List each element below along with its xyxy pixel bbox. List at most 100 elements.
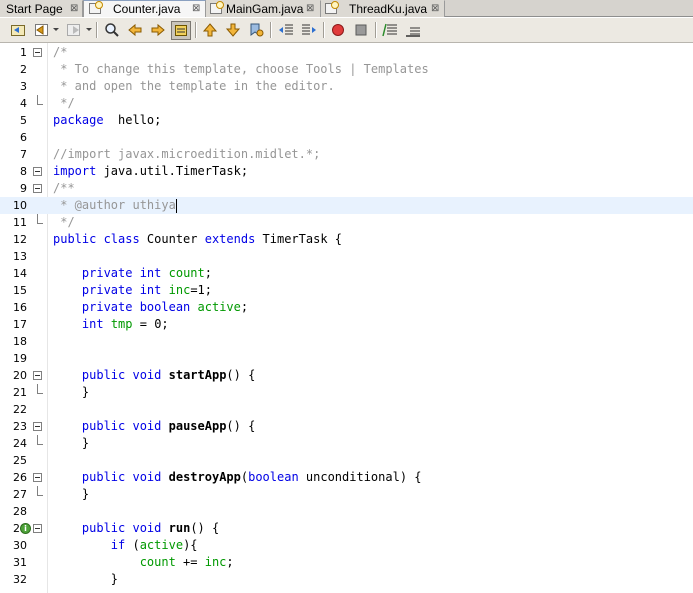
code-line[interactable]: 20 public void startApp() {: [0, 367, 693, 384]
line-number: 7: [20, 148, 27, 161]
toggle-bookmark-icon[interactable]: [248, 22, 264, 38]
line-number: 13: [13, 250, 27, 263]
code-line[interactable]: 1 /*: [0, 44, 693, 61]
code-token: if: [110, 538, 126, 552]
code-token: ;: [204, 266, 212, 280]
tab-threadku-java[interactable]: ThreadKu.java ⊠: [321, 0, 445, 17]
override-annotation-icon[interactable]: i: [20, 523, 31, 534]
code-line[interactable]: 26 public void destroyApp(boolean uncond…: [0, 469, 693, 486]
code-line[interactable]: 5 package hello;: [0, 112, 693, 129]
fold-collapse-icon[interactable]: [33, 473, 42, 482]
code-token: int: [81, 317, 104, 331]
code-line[interactable]: 10 * @author uthiya: [0, 197, 693, 214]
code-line[interactable]: 9 /**: [0, 180, 693, 197]
code-line[interactable]: 24 }: [0, 435, 693, 452]
fold-collapse-icon[interactable]: [33, 167, 42, 176]
fold-collapse-icon[interactable]: [33, 524, 42, 533]
code-token: */: [53, 96, 75, 110]
code-line[interactable]: 3 * and open the template in the editor.: [0, 78, 693, 95]
back-dropdown-icon[interactable]: [53, 28, 59, 31]
shift-right-icon[interactable]: [301, 22, 317, 38]
fold-end-marker: [37, 486, 43, 496]
code-line[interactable]: 21 }: [0, 384, 693, 401]
code-text: public void run() {: [53, 520, 219, 537]
back-icon[interactable]: [34, 22, 50, 38]
line-number: 18: [13, 335, 27, 348]
code-token: import: [53, 164, 97, 178]
next-bookmark-icon[interactable]: [225, 22, 241, 38]
code-token: Counter: [139, 232, 205, 246]
forward-icon[interactable]: [66, 22, 82, 38]
tab-maingam-java[interactable]: MainGam.java ⊠: [206, 0, 321, 17]
line-number: 19: [13, 352, 27, 365]
code-line[interactable]: 22: [0, 401, 693, 418]
code-line[interactable]: 32 }: [0, 571, 693, 588]
start-macro-icon[interactable]: [330, 22, 346, 38]
code-line[interactable]: 25: [0, 452, 693, 469]
stop-macro-icon[interactable]: [353, 22, 369, 38]
tab-counter-java[interactable]: Counter.java ⊠: [83, 0, 206, 17]
code-token: public void: [81, 470, 162, 484]
code-line[interactable]: 15 private int inc=1;: [0, 282, 693, 299]
code-editor[interactable]: 1 /* 2 * To change this template, choose T…: [0, 43, 693, 593]
close-tab-icon[interactable]: ⊠: [306, 1, 314, 17]
code-line[interactable]: 2 * To change this template, choose Tool…: [0, 61, 693, 78]
toolbar-separator: [270, 22, 272, 38]
code-token: private int: [81, 283, 162, 297]
code-line[interactable]: 19: [0, 350, 693, 367]
code-text: import java.util.TimerTask;: [53, 163, 248, 180]
fold-collapse-icon[interactable]: [33, 184, 42, 193]
tab-start-page[interactable]: Start Page ⊠: [0, 0, 83, 17]
code-line[interactable]: 6: [0, 129, 693, 146]
find-icon[interactable]: [104, 22, 120, 38]
find-next-icon[interactable]: [150, 22, 166, 38]
code-token: hello;: [103, 113, 162, 127]
code-token: active: [139, 538, 184, 552]
code-token: private boolean: [81, 300, 191, 314]
code-line[interactable]: 29i public void run() {: [0, 520, 693, 537]
code-line[interactable]: 16 private boolean active;: [0, 299, 693, 316]
java-file-icon: [325, 1, 339, 14]
toggle-highlight-search-icon[interactable]: [171, 21, 191, 40]
line-number: 27: [13, 488, 27, 501]
shift-left-icon[interactable]: [278, 22, 294, 38]
code-line[interactable]: 12 public class Counter extends TimerTask…: [0, 231, 693, 248]
code-line[interactable]: 13: [0, 248, 693, 265]
code-line[interactable]: 8 import java.util.TimerTask;: [0, 163, 693, 180]
previous-bookmark-icon[interactable]: [202, 22, 218, 38]
fold-collapse-icon[interactable]: [33, 371, 42, 380]
last-edit-icon[interactable]: [10, 22, 26, 38]
code-line[interactable]: 7 //import javax.microedition.midlet.*;: [0, 146, 693, 163]
code-line[interactable]: 14 private int count;: [0, 265, 693, 282]
code-line[interactable]: 31 count += inc;: [0, 554, 693, 571]
fold-collapse-icon[interactable]: [33, 422, 42, 431]
close-tab-icon[interactable]: ⊠: [192, 1, 200, 17]
comment-icon[interactable]: [382, 22, 398, 38]
code-line[interactable]: 4 */: [0, 95, 693, 112]
code-token: unconditional) {: [298, 470, 422, 484]
code-token: () {: [226, 419, 256, 433]
code-line[interactable]: 11 */: [0, 214, 693, 231]
toolbar-separator: [96, 22, 98, 38]
code-line[interactable]: 27 }: [0, 486, 693, 503]
uncomment-icon[interactable]: [405, 22, 421, 38]
code-text: int tmp = 0;: [53, 316, 169, 333]
close-tab-icon[interactable]: ⊠: [70, 1, 78, 17]
code-line[interactable]: 17 int tmp = 0;: [0, 316, 693, 333]
fold-collapse-icon[interactable]: [33, 48, 42, 57]
text-caret: [175, 198, 177, 213]
code-line[interactable]: 18: [0, 333, 693, 350]
code-text: public void pauseApp() {: [53, 418, 255, 435]
find-previous-icon[interactable]: [127, 22, 143, 38]
code-line[interactable]: 28: [0, 503, 693, 520]
close-tab-icon[interactable]: ⊠: [431, 1, 439, 17]
code-text: public void startApp() {: [53, 367, 255, 384]
code-line[interactable]: 23 public void pauseApp() {: [0, 418, 693, 435]
forward-dropdown-icon[interactable]: [86, 28, 92, 31]
tab-label: MainGam.java: [226, 2, 304, 16]
code-line[interactable]: 30 if (active){: [0, 537, 693, 554]
line-number: 2: [20, 63, 27, 76]
